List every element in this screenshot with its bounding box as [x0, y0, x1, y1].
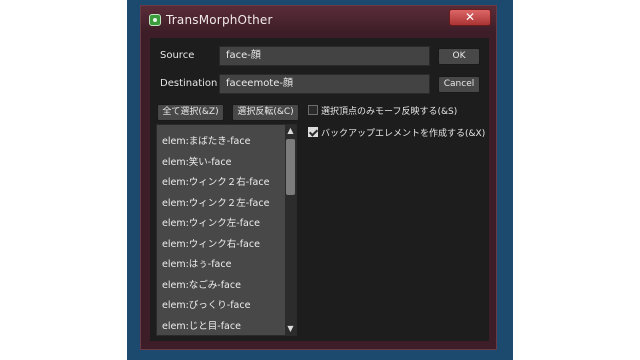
list-item[interactable]: elem:びっくり-face: [162, 297, 250, 311]
create-backup-checkbox[interactable]: [308, 127, 318, 137]
ok-button[interactable]: OK: [438, 48, 480, 65]
selected-vertices-only-checkbox[interactable]: [308, 105, 318, 115]
list-item[interactable]: elem:ウィンク２左-face: [162, 195, 269, 209]
list-item[interactable]: elem:笑い-face: [162, 154, 231, 168]
list-item[interactable]: elem:ウィンク左-face: [162, 215, 260, 229]
selected-vertices-only-label: 選択頂点のみモーフ反映する(&S): [321, 107, 458, 117]
invert-selection-button[interactable]: 選択反転(&C): [232, 104, 299, 121]
close-button[interactable]: ✕: [449, 9, 491, 26]
select-all-button[interactable]: 全て選択(&Z): [157, 104, 224, 121]
create-backup-label: バックアップエレメントを作成する(&X): [321, 129, 486, 139]
list-item[interactable]: elem:ウィンク右-face: [162, 236, 260, 250]
source-label: Source: [160, 50, 195, 61]
scroll-up-arrow-icon[interactable]: ▲: [285, 126, 296, 136]
list-scrollbar[interactable]: ▲ ▼: [285, 125, 296, 335]
destination-label: Destination: [160, 78, 218, 89]
list-item[interactable]: elem:なごみ-face: [162, 277, 241, 291]
scroll-thumb[interactable]: [286, 139, 295, 195]
list-item[interactable]: elem:じと目-face: [162, 318, 241, 332]
dialog-body: Source face-顔 OK Destination faceemote-顔…: [150, 38, 489, 341]
window-title: TransMorphOther: [166, 13, 273, 27]
app-icon: [149, 14, 161, 26]
list-item[interactable]: elem:まばたき-face: [162, 133, 250, 147]
title-bar[interactable]: TransMorphOther ✕: [141, 6, 496, 32]
list-item[interactable]: elem:ウィンク２右-face: [162, 174, 269, 188]
destination-field[interactable]: faceemote-顔: [219, 74, 430, 94]
cancel-button[interactable]: Cancel: [438, 76, 480, 93]
transmorph-dialog: TransMorphOther ✕ Source face-顔 OK Desti…: [140, 5, 497, 350]
scroll-down-arrow-icon[interactable]: ▼: [285, 324, 296, 334]
element-list[interactable]: elem:まばたき-face elem:笑い-face elem:ウィンク２右-…: [156, 124, 297, 336]
source-field[interactable]: face-顔: [219, 46, 430, 66]
list-item[interactable]: elem:はぅ-face: [162, 256, 231, 270]
